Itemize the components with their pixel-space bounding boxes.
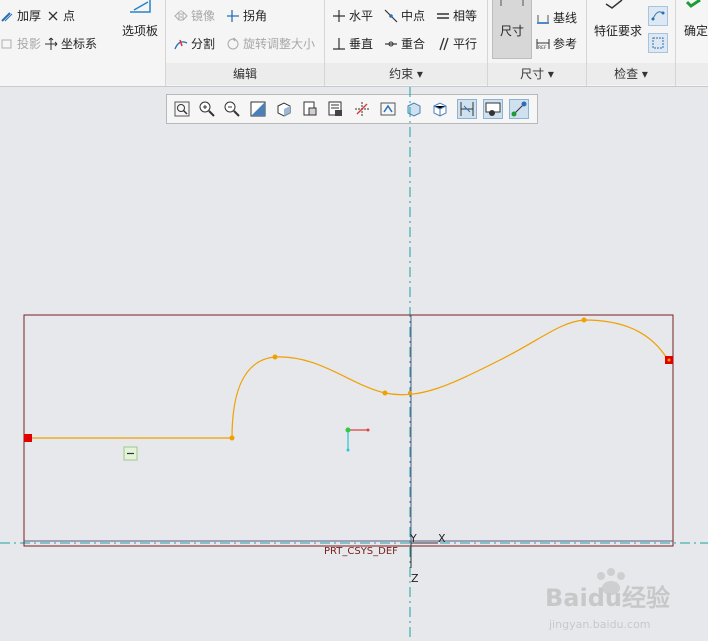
mirror-button[interactable]: 镜像 (174, 6, 215, 26)
sketch-x-axis-tip (366, 428, 370, 432)
coord-system-button[interactable]: 坐标系 (44, 34, 97, 54)
midpoint-constraint-icon (384, 9, 398, 23)
baseline-icon (537, 15, 549, 24)
watermark-url: jingyan.baidu.com (548, 618, 651, 631)
baidu-watermark: Baidu经验 jingyan.baidu.com (545, 568, 670, 631)
sketch-canvas[interactable]: Y X Z PRT_CSYS_DEF (0, 87, 708, 641)
divide-button[interactable]: 分割 (174, 34, 215, 54)
rotate-resize-icon (227, 37, 239, 50)
coord-system-icon (45, 37, 58, 50)
parallel-constraint-button[interactable]: 平行 (436, 34, 477, 54)
csys-name-label: PRT_CSYS_DEF (324, 546, 398, 557)
dimension-button[interactable]: 尺寸 (492, 0, 532, 59)
point-button[interactable]: 点 (46, 6, 75, 26)
reference-dimension-button[interactable]: REF 参考 (536, 34, 577, 54)
spline-point[interactable] (272, 354, 278, 360)
parallel-constraint-icon (439, 37, 449, 51)
spline-point[interactable] (229, 435, 235, 441)
palette-icon (130, 0, 151, 13)
csys-y-label: Y (409, 532, 417, 545)
vertical-constraint-button[interactable]: 垂直 (332, 34, 373, 54)
csys-x-label: X (438, 532, 446, 545)
inspect-group-label: 检查 ▾ (587, 63, 675, 85)
thicken-button[interactable]: 加厚 (0, 6, 41, 26)
midpoint-constraint-button[interactable]: 中点 (384, 6, 425, 26)
sketch-y-axis-tip (346, 448, 350, 452)
sketch-origin-point[interactable] (345, 427, 351, 433)
feature-requirements-icon (605, 0, 623, 9)
spline-point[interactable] (382, 390, 388, 396)
sketch-spline[interactable] (28, 319, 669, 439)
spline-point[interactable] (408, 391, 412, 395)
mirror-icon (174, 10, 188, 22)
corner-button[interactable]: 拐角 (226, 6, 267, 26)
vertical-constraint-icon (333, 38, 345, 50)
highlight-open-ends-icon (651, 11, 665, 21)
rotate-resize-button[interactable]: 旋转调整大小 (226, 34, 315, 54)
constrain-group-label: 约束 ▾ (325, 63, 487, 85)
ok-button[interactable]: 确定 (680, 0, 708, 60)
corner-icon (227, 10, 239, 22)
edit-group-label: 编辑 (166, 63, 324, 85)
watermark-brand: Baidu经验 (545, 584, 670, 612)
svg-text:REF: REF (538, 45, 547, 51)
start-endpoint-marker[interactable] (24, 434, 32, 442)
project-button[interactable]: 投影 (0, 34, 41, 54)
horizontal-constraint-button[interactable]: 水平 (332, 6, 373, 26)
baseline-button[interactable]: 基线 (536, 8, 577, 28)
point-icon (48, 11, 58, 21)
checkmark-icon (686, 0, 701, 8)
csys-z-label: Z (411, 572, 419, 585)
dimension-icon (500, 0, 524, 6)
end-point-dot (667, 358, 671, 362)
spline-point[interactable] (581, 317, 587, 323)
equal-constraint-button[interactable]: 相等 (436, 6, 477, 26)
divide-icon (174, 39, 188, 50)
overlapping-geometry-icon (652, 37, 664, 49)
thicken-icon (1, 12, 13, 22)
ribbon: 加厚 点 投影 坐标系 选项板 镜像 拐角 分割 旋转调整大小 编辑 水平 中点… (0, 0, 708, 87)
dimension-group-label: 尺寸 ▾ (488, 63, 586, 85)
coincident-constraint-button[interactable]: 重合 (384, 34, 425, 54)
feature-requirements-button[interactable]: 特征要求 (592, 0, 646, 60)
reference-icon: REF (536, 39, 550, 51)
equal-constraint-icon (437, 13, 449, 19)
inspect-toggle-1[interactable] (648, 6, 668, 26)
palette-button[interactable]: 选项板 (118, 0, 162, 60)
ok-group-label (676, 63, 708, 85)
inspect-toggle-2[interactable] (648, 33, 668, 53)
horizontal-constraint-icon (333, 10, 345, 22)
coincident-constraint-icon (385, 41, 397, 47)
project-icon (1, 39, 12, 49)
